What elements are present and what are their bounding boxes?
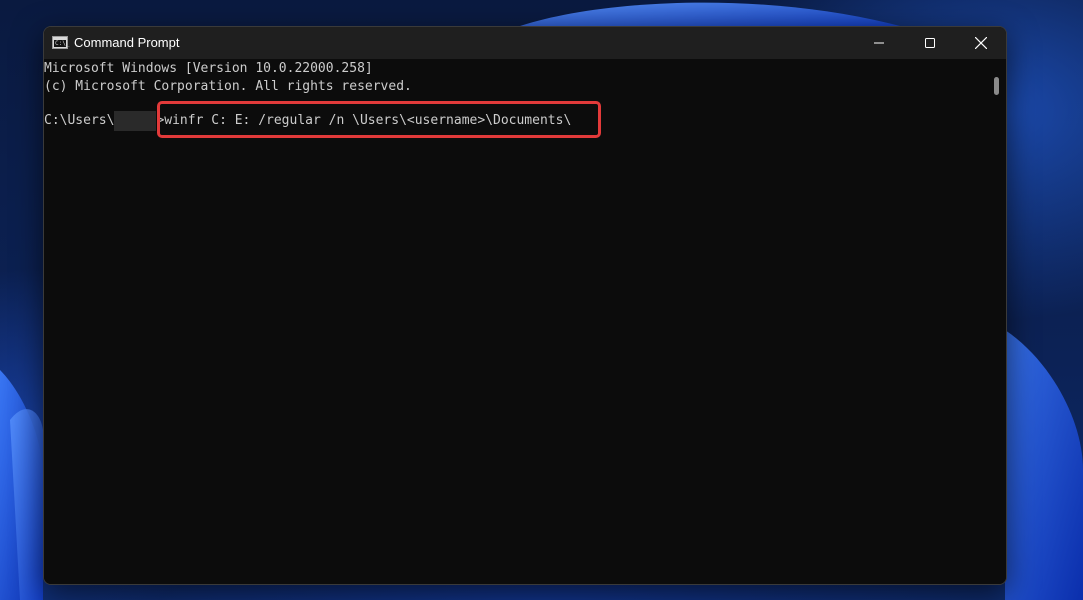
version-line: Microsoft Windows [Version 10.0.22000.25… [44,61,373,76]
close-icon [974,37,987,49]
command-highlight-box [157,101,601,138]
vertical-scrollbar[interactable] [988,59,1006,584]
close-button[interactable] [955,27,1006,59]
maximize-button[interactable] [904,27,955,59]
window-controls [853,27,1006,59]
maximize-icon [924,38,935,48]
window-title: Command Prompt [74,35,180,50]
prompt-prefix: C:\Users\ [44,113,115,128]
minimize-icon [873,42,884,44]
scrollbar-thumb[interactable] [994,77,999,95]
title-bar[interactable]: C:\_ Command Prompt [44,27,1006,59]
minimize-button[interactable] [853,27,904,59]
cmd-icon-text: C:\_ [54,40,70,47]
redacted-username [114,111,157,131]
command-prompt-window: C:\_ Command Prompt Microsoft Windows [V… [43,26,1007,585]
copyright-line: (c) Microsoft Corporation. All rights re… [44,79,412,94]
cmd-icon: C:\_ [52,36,70,49]
console-output[interactable]: Microsoft Windows [Version 10.0.22000.25… [44,59,988,584]
